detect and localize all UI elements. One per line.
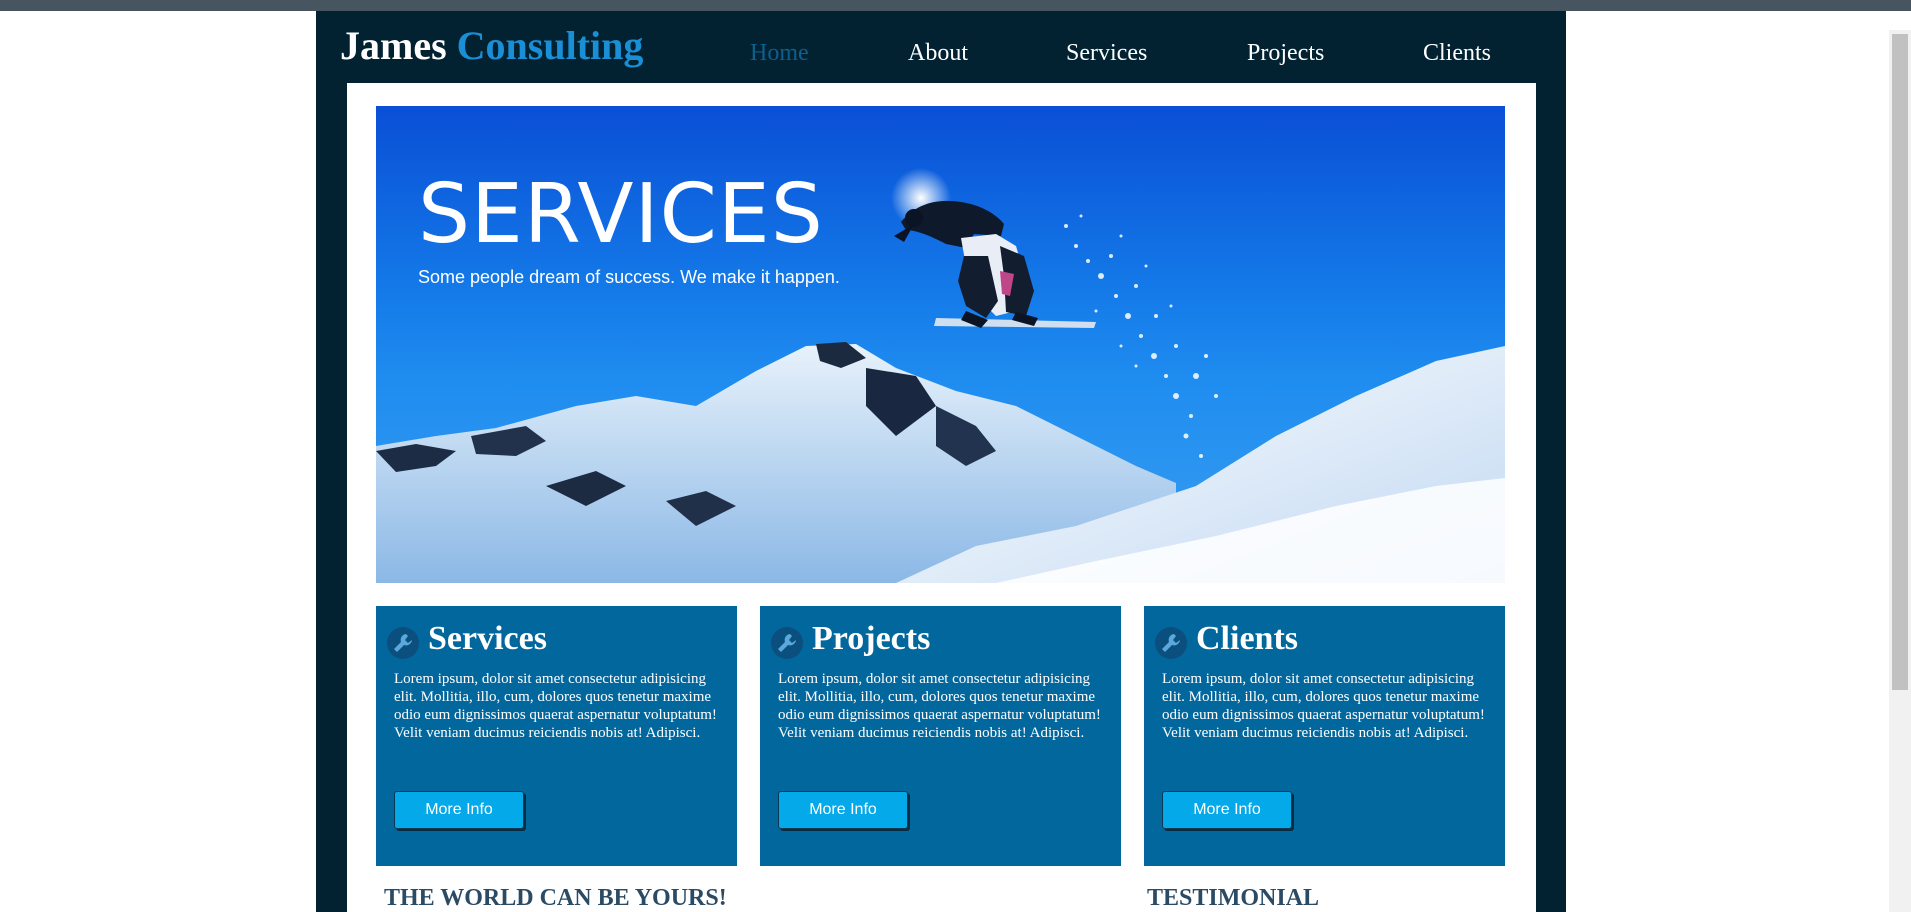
scrollbar-thumb[interactable] [1892, 34, 1908, 690]
main-content: SERVICES Some people dream of success. W… [347, 83, 1536, 912]
testimonial-heading: TESTIMONIAL [1147, 885, 1320, 911]
hero-subtitle: Some people dream of success. We make it… [418, 267, 840, 287]
nav-projects[interactable]: Projects [1247, 41, 1324, 65]
page-container: James Consulting Home About Services Pro… [316, 11, 1566, 912]
more-info-button[interactable]: More Info [1162, 791, 1292, 829]
hero-title: SERVICES [418, 167, 824, 262]
more-info-button[interactable]: More Info [778, 791, 908, 829]
page-scrollbar[interactable] [1889, 30, 1911, 912]
nav-services[interactable]: Services [1066, 41, 1147, 65]
hero-banner: SERVICES Some people dream of success. W… [376, 106, 1505, 583]
wrench-icon [771, 627, 803, 659]
wrench-icon [387, 627, 419, 659]
nav-about[interactable]: About [908, 41, 968, 65]
nav-home[interactable]: Home [750, 41, 809, 65]
card-services: Services Lorem ipsum, dolor sit amet con… [376, 606, 737, 866]
world-heading: THE WORLD CAN BE YOURS! [384, 885, 727, 911]
nav-clients[interactable]: Clients [1423, 41, 1491, 65]
card-title: Projects [812, 620, 931, 657]
card-title: Services [428, 620, 547, 657]
wrench-icon [1155, 627, 1187, 659]
card-text: Lorem ipsum, dolor sit amet consectetur … [778, 671, 1101, 741]
main-nav: Home About Services Projects Clients [316, 41, 1566, 81]
more-info-button[interactable]: More Info [394, 791, 524, 829]
card-title: Clients [1196, 620, 1298, 657]
card-text: Lorem ipsum, dolor sit amet consectetur … [1162, 671, 1485, 741]
browser-top-strip [0, 0, 1911, 11]
card-clients: Clients Lorem ipsum, dolor sit amet cons… [1144, 606, 1505, 866]
card-projects: Projects Lorem ipsum, dolor sit amet con… [760, 606, 1121, 866]
card-text: Lorem ipsum, dolor sit amet consectetur … [394, 671, 717, 741]
